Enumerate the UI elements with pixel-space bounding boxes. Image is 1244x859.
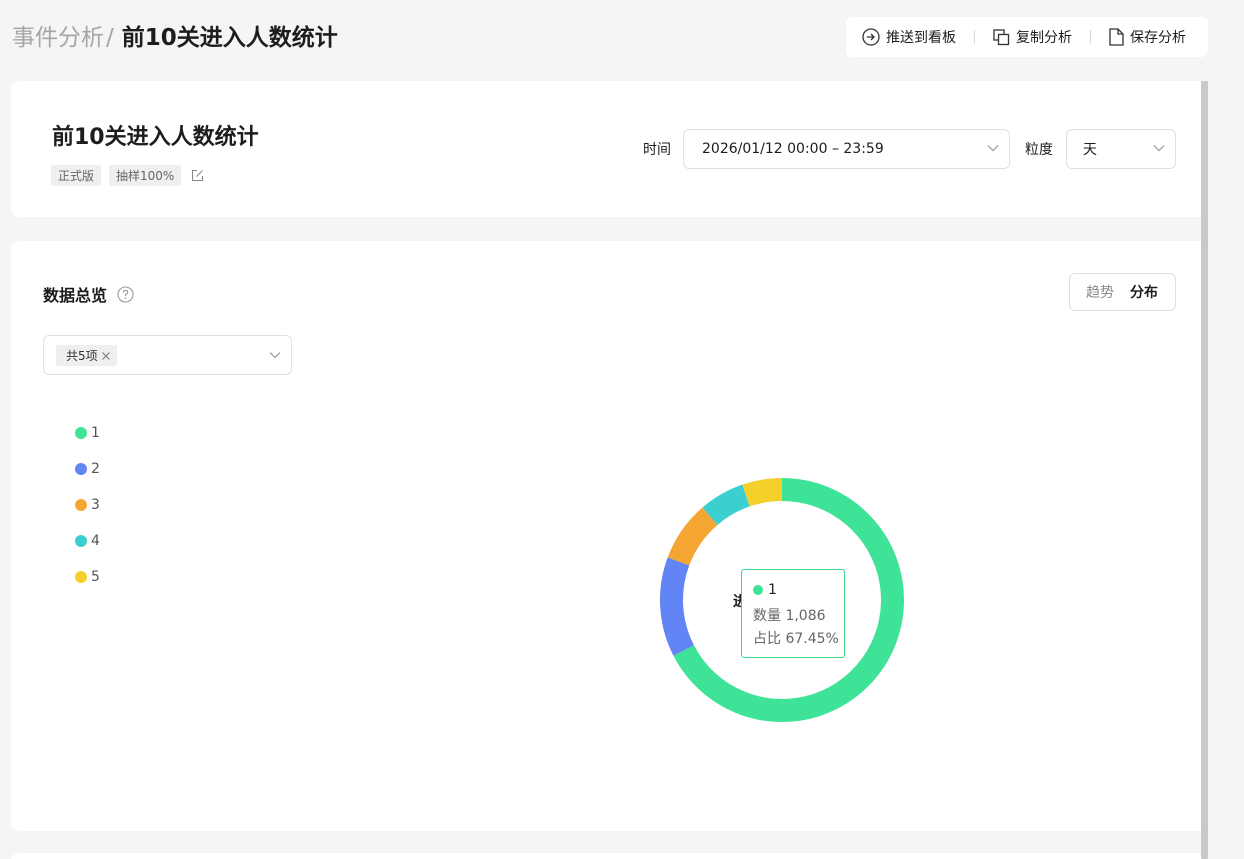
- arrow-circle-right-icon: [862, 28, 880, 46]
- tooltip-series-name: 1: [768, 582, 777, 598]
- data-overview-card: 数据总览 趋势 分布 共5项 12345 进 1 数量 1,086 占比 67.…: [11, 241, 1201, 831]
- save-analysis-button[interactable]: 保存分析: [1109, 27, 1186, 47]
- tooltip-series-dot: [753, 585, 763, 595]
- analysis-tags: 正式版 抽样100%: [51, 165, 204, 186]
- close-icon[interactable]: [101, 351, 111, 361]
- legend-label: 4: [91, 533, 100, 549]
- legend-dot: [75, 499, 87, 511]
- chevron-down-icon: [1153, 145, 1165, 152]
- tooltip-count-label: 数量: [753, 608, 781, 624]
- version-tag: 正式版: [51, 165, 102, 186]
- copy-analysis-label: 复制分析: [1016, 30, 1072, 46]
- legend-dot: [75, 535, 87, 547]
- legend-dot: [75, 571, 87, 583]
- chart-legend: 1 2 3 4 5: [75, 415, 100, 595]
- time-label: 时间: [643, 142, 671, 158]
- granularity-label: 粒度: [1025, 142, 1053, 158]
- tab-trend[interactable]: 趋势: [1070, 282, 1114, 302]
- series-filter-select[interactable]: 共5项: [43, 335, 292, 375]
- legend-dot: [75, 463, 87, 475]
- chevron-down-icon: [269, 352, 281, 359]
- breadcrumb-separator: /: [106, 25, 114, 51]
- filter-chip-label: 共5项: [66, 349, 98, 363]
- granularity-value: 天: [1083, 142, 1097, 158]
- copy-icon: [993, 28, 1010, 45]
- push-to-dashboard-button[interactable]: 推送到看板: [862, 27, 956, 47]
- legend-label: 5: [91, 569, 100, 585]
- next-card: [11, 853, 1201, 859]
- sampling-tag: 抽样100%: [109, 165, 182, 186]
- section-title-text: 数据总览: [43, 286, 108, 305]
- section-title: 数据总览: [43, 282, 134, 306]
- legend-item[interactable]: 5: [75, 559, 100, 595]
- tab-distribution[interactable]: 分布: [1114, 282, 1158, 302]
- push-to-dashboard-label: 推送到看板: [886, 30, 956, 46]
- donut-slice-2[interactable]: [660, 557, 694, 656]
- tooltip-ratio-label: 占比: [753, 631, 781, 647]
- tooltip-ratio-value: 67.45%: [785, 631, 839, 647]
- breadcrumb: 事件分析 / 前10关进入人数统计: [12, 18, 338, 52]
- legend-label: 1: [91, 425, 100, 441]
- page-header: 事件分析 / 前10关进入人数统计 推送到看板 复制分析 保存分析: [0, 0, 1244, 70]
- tooltip-count-value: 1,086: [785, 608, 826, 624]
- chevron-down-icon: [987, 145, 999, 152]
- tooltip-header: 1: [753, 582, 844, 598]
- legend-item[interactable]: 1: [75, 415, 100, 451]
- breadcrumb-parent[interactable]: 事件分析: [12, 18, 104, 52]
- tooltip-count: 数量 1,086: [753, 605, 844, 625]
- time-range-value: 2026/01/12 00:00 – 23:59: [702, 141, 884, 157]
- action-toolbar: 推送到看板 复制分析 保存分析: [846, 17, 1208, 57]
- legend-label: 2: [91, 461, 100, 477]
- time-range-picker[interactable]: 2026/01/12 00:00 – 23:59: [683, 129, 1010, 169]
- edit-icon[interactable]: [191, 169, 204, 182]
- file-icon: [1109, 28, 1124, 46]
- help-icon[interactable]: [117, 285, 134, 303]
- tooltip-ratio: 占比 67.45%: [753, 628, 844, 648]
- legend-label: 3: [91, 497, 100, 513]
- legend-item[interactable]: 4: [75, 523, 100, 559]
- toolbar-divider: [1090, 30, 1091, 44]
- filter-chip: 共5项: [56, 345, 117, 366]
- analysis-title: 前10关进入人数统计: [52, 125, 259, 150]
- toolbar-divider: [974, 30, 975, 44]
- view-toggle: 趋势 分布: [1069, 273, 1176, 311]
- chart-tooltip: 1 数量 1,086 占比 67.45%: [741, 569, 845, 658]
- analysis-header-card: 前10关进入人数统计 正式版 抽样100% 时间 2026/01/12 00:0…: [11, 81, 1201, 217]
- page-scrollbar[interactable]: [1201, 81, 1208, 859]
- legend-item[interactable]: 3: [75, 487, 100, 523]
- breadcrumb-current: 前10关进入人数统计: [121, 25, 338, 51]
- save-analysis-label: 保存分析: [1130, 30, 1186, 46]
- copy-analysis-button[interactable]: 复制分析: [993, 27, 1072, 47]
- granularity-select[interactable]: 天: [1066, 129, 1176, 169]
- legend-item[interactable]: 2: [75, 451, 100, 487]
- legend-dot: [75, 427, 87, 439]
